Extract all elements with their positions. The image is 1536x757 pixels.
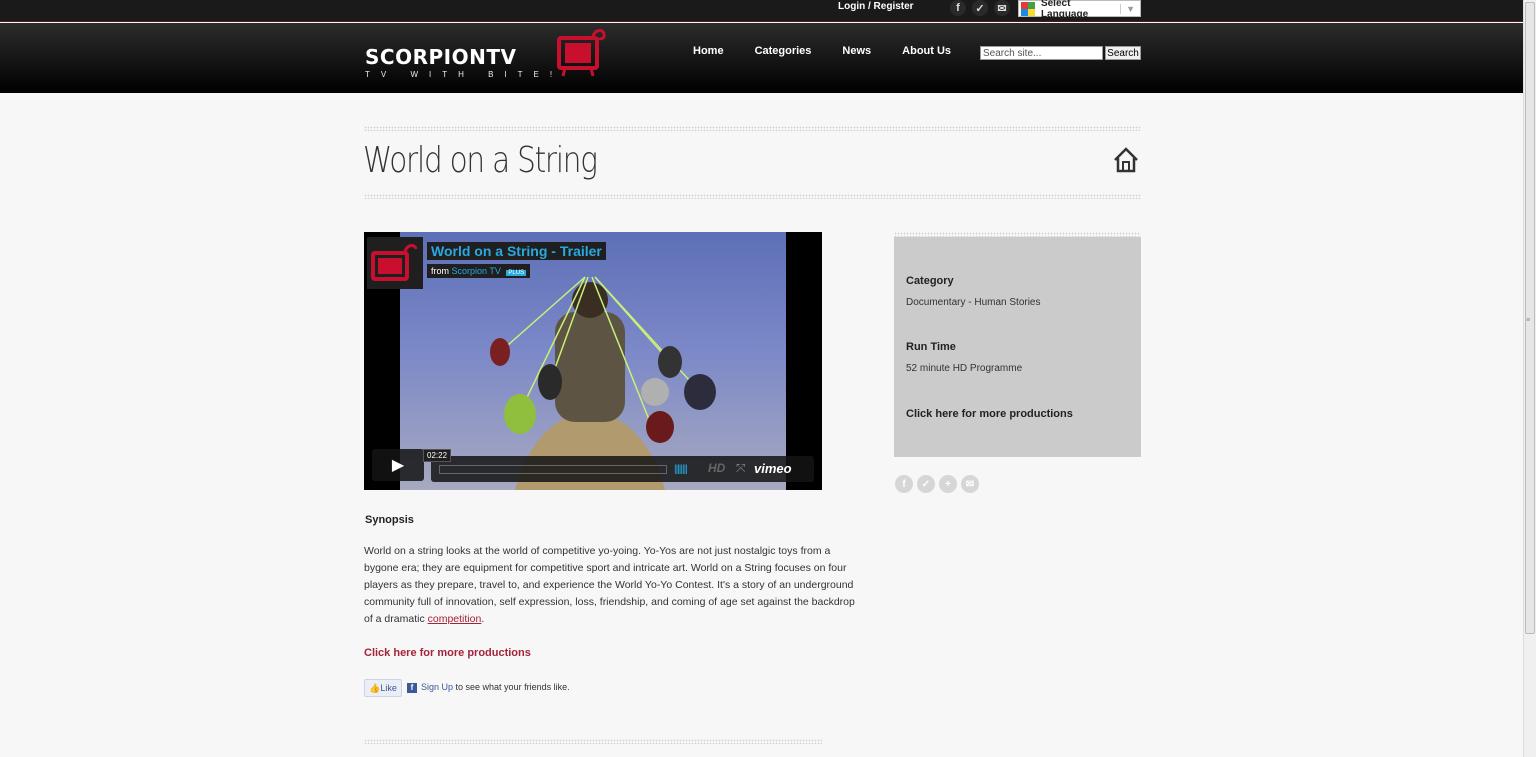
facebook-signup-link[interactable]: Sign Up	[421, 682, 453, 692]
nav-news[interactable]: News	[842, 45, 871, 57]
top-bar: Login / Register f ✓ ✉ Select Language ▼	[0, 0, 1523, 22]
site-logo[interactable]: SCORPIONTV TV WITH BITE!	[365, 45, 563, 79]
plus-icon[interactable]: +	[939, 475, 957, 493]
plus-badge: PLUS	[506, 270, 527, 276]
synopsis-text: World on a string looks at the world of …	[364, 545, 855, 625]
fullscreen-icon[interactable]: ⤧	[736, 461, 746, 476]
play-button[interactable]: ▶	[372, 449, 424, 481]
home-icon[interactable]	[1112, 146, 1140, 174]
title-bottom-divider	[364, 194, 1141, 199]
video-player[interactable]: World on a String - Trailer from Scorpio…	[364, 232, 822, 490]
tv-logo-icon	[371, 244, 418, 281]
twitter-icon[interactable]: ✓	[972, 0, 988, 16]
login-register-link[interactable]: Login / Register	[838, 1, 914, 12]
language-select-label: Select Language	[1040, 0, 1089, 20]
production-info-panel: Category Documentary - Human Stories Run…	[894, 237, 1141, 457]
chevron-down-icon: ▼	[1120, 3, 1140, 14]
search-input[interactable]	[980, 46, 1103, 60]
synopsis-heading: Synopsis	[365, 514, 414, 526]
facebook-like-button[interactable]: 👍 Like	[364, 679, 402, 697]
play-icon: ▶	[391, 457, 405, 474]
mail-icon[interactable]: ✉	[961, 475, 979, 493]
scrollbar-grip-icon: ≡	[1526, 317, 1531, 324]
main-nav: Home Categories News About Us	[693, 45, 982, 57]
sidebar-more-productions-link[interactable]: Click here for more productions	[906, 408, 1073, 420]
nav-about-us[interactable]: About Us	[902, 45, 951, 57]
video-duration: 02:22	[423, 449, 452, 462]
page-title: World on a String	[363, 140, 598, 181]
vimeo-logo[interactable]: vimeo	[754, 461, 792, 476]
video-byline: from Scorpion TV PLUS	[427, 264, 531, 278]
facebook-signup-text: Sign Up to see what your friends like.	[421, 682, 570, 692]
video-progress-track[interactable]	[439, 465, 667, 474]
page-scrollbar[interactable]: ≡	[1523, 0, 1536, 757]
video-channel-link[interactable]: Scorpion TV	[452, 266, 501, 276]
site-header: SCORPIONTV TV WITH BITE! Home Categories…	[0, 23, 1523, 93]
share-icons: f ✓ + ✉	[895, 475, 979, 493]
thumbs-up-icon: 👍	[369, 682, 381, 693]
facebook-icon[interactable]: f	[950, 0, 966, 16]
volume-icon[interactable]: ||||||||	[674, 464, 688, 475]
mail-icon[interactable]: ✉	[994, 0, 1010, 16]
tv-logo-icon	[557, 29, 606, 77]
video-controls: |||||||| HD ⤧ vimeo	[431, 456, 814, 482]
logo-tagline: TV WITH BITE!	[365, 70, 564, 79]
twitter-icon[interactable]: ✓	[917, 475, 935, 493]
video-title[interactable]: World on a String - Trailer	[427, 242, 606, 260]
bottom-divider	[364, 739, 822, 744]
facebook-icon[interactable]: f	[895, 475, 913, 493]
logo-wordmark: SCORPIONTV	[365, 45, 517, 69]
search-button[interactable]: Search	[1105, 46, 1141, 60]
more-productions-link[interactable]: Click here for more productions	[364, 647, 531, 659]
title-top-divider	[364, 126, 1141, 131]
google-translate-icon	[1021, 1, 1035, 16]
hd-toggle[interactable]: HD	[708, 461, 725, 475]
top-social-icons: f ✓ ✉	[950, 0, 1010, 16]
nav-home[interactable]: Home	[693, 45, 724, 57]
runtime-label: Run Time	[906, 341, 956, 353]
channel-logo[interactable]	[367, 237, 423, 289]
competition-link[interactable]: competition	[428, 613, 482, 625]
nav-categories[interactable]: Categories	[755, 45, 812, 57]
runtime-value: 52 minute HD Programme	[906, 363, 1023, 374]
category-value: Documentary - Human Stories	[906, 297, 1041, 308]
category-label: Category	[906, 275, 954, 287]
language-select[interactable]: Select Language ▼	[1018, 0, 1141, 20]
facebook-icon: f	[407, 683, 417, 693]
